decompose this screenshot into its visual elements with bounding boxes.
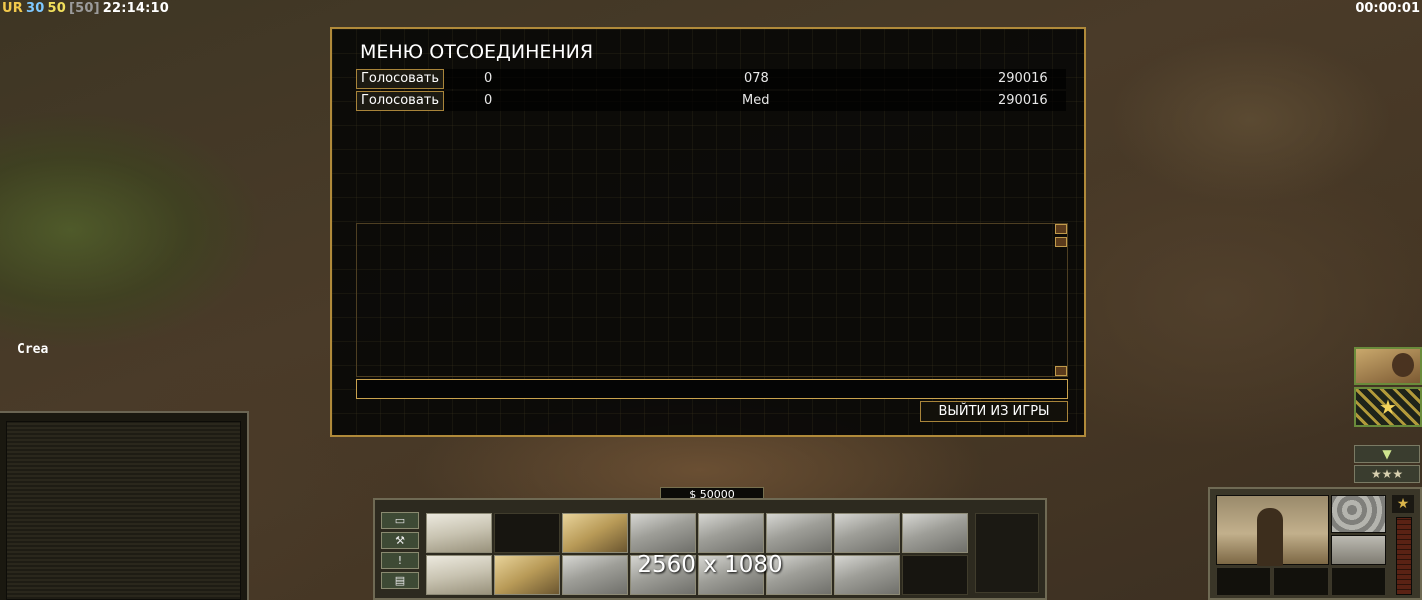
stat-ur: UR [2, 1, 23, 16]
player-name-label: Crea [17, 342, 49, 357]
build-grid [426, 513, 974, 599]
diplomacy-icon[interactable]: ▤ [381, 572, 419, 589]
scroll-up-button[interactable] [1055, 224, 1067, 234]
player-row: Голосовать 0 078 290016 [356, 69, 1066, 89]
player-stats: UR 30 50 [50] 22:14:10 [2, 1, 172, 16]
command-side-buttons: ▭ ⚒ ! ▤ [381, 512, 423, 592]
build-tile-tower-pad[interactable] [766, 513, 832, 553]
command-info-panel [975, 513, 1039, 593]
quit-game-button[interactable]: ВЫЙТИ ИЗ ИГРЫ [920, 401, 1068, 422]
chat-input[interactable] [356, 379, 1068, 399]
scroll-thumb[interactable] [1055, 237, 1067, 247]
unit-ability-boots[interactable] [1331, 535, 1386, 565]
build-tile-crane[interactable] [902, 513, 968, 553]
vote-button[interactable]: Голосовать [356, 69, 444, 89]
build-tile-bunker[interactable] [562, 513, 628, 553]
health-bar [1396, 517, 1412, 595]
player-ping: 290016 [998, 93, 1048, 108]
disconnect-menu: МЕНЮ ОТСОЕДИНЕНИЯ Голосовать 0 078 29001… [330, 27, 1086, 437]
stat-50: 50 [47, 1, 66, 16]
game-timer: 00:00:01 [1355, 1, 1420, 16]
unit-slot [1330, 567, 1386, 596]
unit-slot [1216, 567, 1272, 596]
build-tile-empty [494, 513, 560, 553]
unit-slot [1273, 567, 1329, 596]
build-tile-antenna[interactable] [630, 555, 696, 595]
general-rank-button[interactable]: ★ [1354, 387, 1422, 427]
build-tile-barrel[interactable] [426, 513, 492, 553]
general-portrait[interactable] [1354, 347, 1422, 385]
star-rating-button[interactable]: ★★★ [1354, 465, 1420, 483]
minimap[interactable] [6, 421, 241, 600]
player-name: Med [742, 93, 770, 108]
build-tile-bunker-2[interactable] [834, 555, 900, 595]
stat-30: 30 [25, 1, 45, 16]
build-tile-stacked-barrels[interactable] [426, 555, 492, 595]
veterancy-star-icon: ★ [1392, 495, 1414, 513]
clock: 22:14:10 [102, 1, 170, 16]
chevron-down-icon[interactable]: ▼ [1354, 445, 1420, 463]
scroll-down-button[interactable] [1055, 366, 1067, 376]
build-tile-command-center[interactable] [562, 555, 628, 595]
build-tile-empty-2 [902, 555, 968, 595]
build-tile-ramp[interactable] [766, 555, 832, 595]
build-tile-vehicle-bay[interactable] [834, 513, 900, 553]
unit-ability-camo[interactable] [1331, 495, 1386, 533]
alert-icon[interactable]: ! [381, 552, 419, 569]
unit-slots [1216, 567, 1386, 596]
stat-50-bracket: [50] [68, 1, 100, 16]
build-tile-factory[interactable] [630, 513, 696, 553]
player-row: Голосовать 0 Med 290016 [356, 91, 1066, 111]
options-icon[interactable]: ▭ [381, 512, 419, 529]
wrench-icon[interactable]: ⚒ [381, 532, 419, 549]
minimap-panel [0, 411, 249, 600]
build-tile-fan-structure[interactable] [698, 513, 764, 553]
vote-count: 0 [484, 93, 493, 108]
chat-log[interactable] [356, 223, 1068, 377]
command-bar: ▭ ⚒ ! ▤ 2560 x 1080 [373, 498, 1047, 600]
chat-scrollbar[interactable] [1055, 224, 1067, 376]
player-name: 078 [744, 71, 769, 86]
player-ping: 290016 [998, 71, 1048, 86]
vote-count: 0 [484, 71, 493, 86]
vote-button[interactable]: Голосовать [356, 91, 444, 111]
unit-info-panel: ★ [1208, 487, 1422, 600]
build-tile-oil-derrick[interactable] [698, 555, 764, 595]
dialog-title: МЕНЮ ОТСОЕДИНЕНИЯ [360, 41, 594, 63]
build-tile-supply-pile[interactable] [494, 555, 560, 595]
unit-portrait [1216, 495, 1329, 566]
